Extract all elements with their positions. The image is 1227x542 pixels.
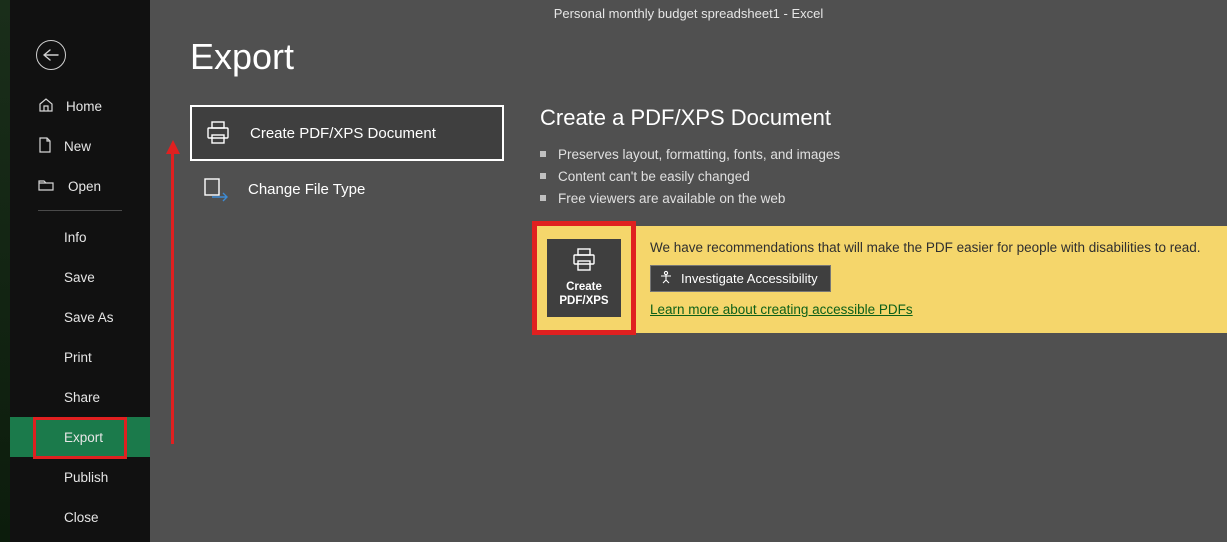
nav-label: Export — [64, 430, 103, 445]
feature-list: Preserves layout, formatting, fonts, and… — [540, 143, 1227, 209]
nav-export[interactable]: Export — [10, 417, 150, 457]
titlebar: Personal monthly budget spreadsheet1 - E… — [150, 6, 1227, 21]
nav-label: Info — [64, 230, 87, 245]
feature-item: Preserves layout, formatting, fonts, and… — [540, 143, 1227, 165]
printer-icon — [204, 120, 232, 146]
learn-more-link[interactable]: Learn more about creating accessible PDF… — [650, 302, 913, 317]
nav-home[interactable]: Home — [10, 86, 150, 126]
document-icon — [38, 137, 52, 156]
feature-item: Content can't be easily changed — [540, 165, 1227, 187]
accessibility-text: We have recommendations that will make t… — [650, 240, 1215, 255]
nav-label: Print — [64, 350, 92, 365]
investigate-accessibility-button[interactable]: Investigate Accessibility — [650, 265, 831, 292]
nav-share[interactable]: Share — [10, 377, 150, 417]
nav-label: Save As — [64, 310, 114, 325]
app-name: Excel — [791, 6, 823, 21]
option-create-pdf-xps[interactable]: Create PDF/XPS Document — [190, 105, 504, 161]
nav-label: Publish — [64, 470, 108, 485]
nav-close[interactable]: Close — [10, 497, 150, 537]
nav-save[interactable]: Save — [10, 257, 150, 297]
panel-heading: Create a PDF/XPS Document — [540, 105, 1227, 131]
nav-label: Close — [64, 510, 99, 525]
button-label: Investigate Accessibility — [681, 271, 818, 286]
create-pdf-xps-button[interactable]: Create PDF/XPS — [547, 239, 621, 317]
backstage-sidebar: Home New Open Info Save Save As Print Sh… — [10, 0, 150, 542]
annotation-highlight-create-pdf: Create PDF/XPS — [532, 221, 636, 335]
option-label: Create PDF/XPS Document — [250, 125, 436, 142]
folder-open-icon — [38, 178, 56, 195]
nav-open[interactable]: Open — [10, 166, 150, 206]
option-change-file-type[interactable]: Change File Type — [190, 161, 504, 217]
nav-label: Save — [64, 270, 95, 285]
back-button[interactable] — [36, 40, 66, 70]
home-icon — [38, 97, 54, 116]
printer-icon — [570, 248, 598, 277]
nav-label: New — [64, 139, 91, 154]
main-panel: Personal monthly budget spreadsheet1 - E… — [150, 0, 1227, 542]
arrow-left-icon — [43, 49, 59, 61]
accessibility-icon — [659, 270, 673, 287]
window-edge — [0, 0, 10, 542]
document-name: Personal monthly budget spreadsheet1 — [554, 6, 780, 21]
nav-label: Share — [64, 390, 100, 405]
nav-save-as[interactable]: Save As — [10, 297, 150, 337]
nav-label: Open — [68, 179, 101, 194]
accessibility-callout: We have recommendations that will make t… — [540, 226, 1227, 333]
feature-item: Free viewers are available on the web — [540, 187, 1227, 209]
nav-separator — [38, 210, 122, 211]
page-title: Export — [190, 36, 294, 78]
nav-publish[interactable]: Publish — [10, 457, 150, 497]
option-label: Change File Type — [248, 181, 365, 198]
nav-new[interactable]: New — [10, 126, 150, 166]
export-options-list: Create PDF/XPS Document Change File Type — [190, 105, 504, 217]
export-detail-panel: Create a PDF/XPS Document Preserves layo… — [540, 105, 1227, 209]
nav-info[interactable]: Info — [10, 217, 150, 257]
change-file-type-icon — [202, 176, 230, 202]
nav-label: Home — [66, 99, 102, 114]
nav-print[interactable]: Print — [10, 337, 150, 377]
